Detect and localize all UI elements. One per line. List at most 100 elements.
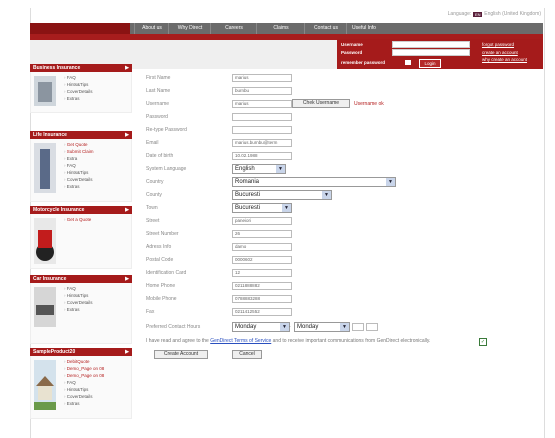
fax-input[interactable]: 0211412552 <box>232 308 292 316</box>
terms-of-service-link[interactable]: GenDirect Terms of Service <box>210 338 271 344</box>
address-info-label: Adress Info <box>146 244 172 250</box>
first-name-input[interactable]: marius <box>232 74 292 82</box>
login-password-input[interactable] <box>392 49 470 56</box>
check-username-button[interactable]: Chek Username <box>292 99 350 108</box>
contact-hours-label: Preferred Contact Hours <box>146 324 201 330</box>
sidebar-item[interactable]: Extras <box>64 95 131 102</box>
password-input[interactable] <box>232 113 292 121</box>
sidebar-item[interactable]: DebitQuote <box>64 358 131 365</box>
sidebar-heading-sampleproduct[interactable]: SampleProduct20 ▶ <box>30 348 132 356</box>
mobile-phone-input[interactable]: 0788883288 <box>232 295 292 303</box>
contact-hour-to-input[interactable] <box>366 323 378 331</box>
nav-why-direct[interactable]: Why Direct <box>168 23 211 34</box>
sidebar-heading-car[interactable]: Car Insurance ▶ <box>30 275 132 283</box>
sidebar-item[interactable]: FAQ <box>64 162 131 169</box>
sidebar-item[interactable]: CoverDetails <box>64 299 131 306</box>
sidebar-item[interactable]: FAQ <box>64 285 131 292</box>
sidebar-section-motorcycle: Get a Quote <box>30 214 132 269</box>
sidebar-item[interactable]: Extra <box>64 155 131 162</box>
country-select[interactable]: Romania ▼ <box>232 177 396 187</box>
cancel-button[interactable]: Cancel <box>232 350 262 359</box>
contact-hours-row: Preferred Contact Hours Monday ▼ - Monday… <box>146 322 536 332</box>
identification-card-input[interactable]: 12 <box>232 269 292 277</box>
sidebar-item[interactable]: Submit Claim <box>64 148 131 155</box>
sidebar-item[interactable]: Extras <box>64 183 131 190</box>
contact-to-day-select[interactable]: Monday ▼ <box>294 322 350 332</box>
street-number-row: Street Number 26 <box>146 230 536 239</box>
sidebar-item[interactable]: Get Quote <box>64 141 131 148</box>
address-info-input[interactable]: damo <box>232 243 292 251</box>
nav-about-us[interactable]: About us <box>134 23 169 34</box>
dob-label: Date of birth <box>146 153 174 159</box>
password-label: Password <box>146 114 168 120</box>
chevron-down-icon: ▼ <box>276 165 285 173</box>
chevron-down-icon: ▼ <box>280 323 289 331</box>
last-name-label: Last Name <box>146 88 171 94</box>
first-name-label: First Name <box>146 75 171 81</box>
language-value[interactable]: English (United Kingdom) <box>484 11 541 17</box>
nav-careers[interactable]: Careers <box>210 23 257 34</box>
remember-checkbox[interactable] <box>405 60 411 65</box>
sidebar-item[interactable]: Hints&Tips <box>64 386 131 393</box>
login-button[interactable]: Login <box>419 59 441 68</box>
sidebar-item[interactable]: Demo_Page on 08 <box>64 372 131 379</box>
system-language-label: System Language <box>146 166 187 172</box>
county-select[interactable]: Bucuresti ▼ <box>232 190 332 200</box>
address-info-row: Adress Info damo <box>146 243 536 252</box>
chevron-down-icon: ▼ <box>322 191 331 199</box>
sidebar-item[interactable]: Extras <box>64 306 131 313</box>
why-create-account-link[interactable]: why create an account <box>482 57 527 62</box>
username-row: Username marius Chek Username Username o… <box>146 99 536 109</box>
create-account-button[interactable]: Create Account <box>154 350 208 359</box>
sidebar-item[interactable]: CoverDetails <box>64 393 131 400</box>
create-account-link[interactable]: create an account <box>482 50 518 55</box>
nav-useful-info[interactable]: Useful Info <box>346 23 381 34</box>
sidebar-item[interactable]: Hints&Tips <box>64 81 131 88</box>
sidebar-heading-business[interactable]: Business Insurance ▶ <box>30 64 132 72</box>
sidebar-section-business: FAQ Hints&Tips CoverDetails Extras <box>30 72 132 113</box>
home-phone-input[interactable]: 0211888882 <box>232 282 292 290</box>
forgot-password-link[interactable]: forgot password <box>482 42 514 47</box>
password-row: Password <box>146 113 536 122</box>
sidebar-heading-life[interactable]: Life Insurance ▶ <box>30 131 132 139</box>
sidebar-item[interactable]: Get a Quote <box>64 216 131 223</box>
street-number-label: Street Number <box>146 231 179 237</box>
sidebar-item[interactable]: Extras <box>64 400 131 407</box>
username-label: Username <box>146 101 170 107</box>
sidebar-item[interactable]: Hints&Tips <box>64 169 131 176</box>
sidebar-item[interactable]: Demo_Page on 08 <box>64 365 131 372</box>
identification-card-label: Identification Card <box>146 270 187 276</box>
dob-input[interactable]: 10.02.1988 <box>232 152 292 160</box>
sidebar-item[interactable]: FAQ <box>64 379 131 386</box>
postal-code-input[interactable]: 0000602 <box>232 256 292 264</box>
top-navigation: About us Why Direct Careers Claims Conta… <box>30 23 543 34</box>
contact-hour-from-input[interactable] <box>352 323 364 331</box>
motorcycle-photo-icon <box>34 218 56 264</box>
language-label: Language: <box>447 11 472 17</box>
sidebar-heading-motorcycle[interactable]: Motorcycle Insurance ▶ <box>30 206 132 214</box>
town-select[interactable]: Bucuresti ▼ <box>232 203 292 213</box>
contact-from-day-select[interactable]: Monday ▼ <box>232 322 290 332</box>
retype-password-input[interactable] <box>232 126 292 134</box>
sidebar-item[interactable]: Hints&Tips <box>64 292 131 299</box>
language-selector[interactable]: Language: EN English (United Kingdom) <box>448 11 541 17</box>
sidebar-item[interactable]: CoverDetails <box>64 88 131 95</box>
username-availability: Username ok <box>354 101 384 107</box>
street-input[interactable]: paneiori <box>232 217 292 225</box>
system-language-select[interactable]: English ▼ <box>232 164 286 174</box>
contact-hours-separator: - <box>289 324 291 330</box>
terms-checkbox[interactable]: ✓ <box>479 338 487 346</box>
street-number-input[interactable]: 26 <box>232 230 292 238</box>
username-input[interactable]: marius <box>232 100 292 108</box>
sidebar-item[interactable]: FAQ <box>64 74 131 81</box>
sidebar-item[interactable]: CoverDetails <box>64 176 131 183</box>
chevron-down-icon: ▼ <box>340 323 349 331</box>
sidebar-section-car: FAQ Hints&Tips CoverDetails Extras <box>30 283 132 344</box>
postal-code-label: Postal Code <box>146 257 174 263</box>
email-input[interactable]: marius.burnbu@term <box>232 139 292 147</box>
login-username-input[interactable] <box>392 41 470 48</box>
nav-contact-us[interactable]: Contact us <box>304 23 347 34</box>
nav-claims[interactable]: Claims <box>256 23 305 34</box>
last-name-row: Last Name burnbu <box>146 87 536 96</box>
last-name-input[interactable]: burnbu <box>232 87 292 95</box>
